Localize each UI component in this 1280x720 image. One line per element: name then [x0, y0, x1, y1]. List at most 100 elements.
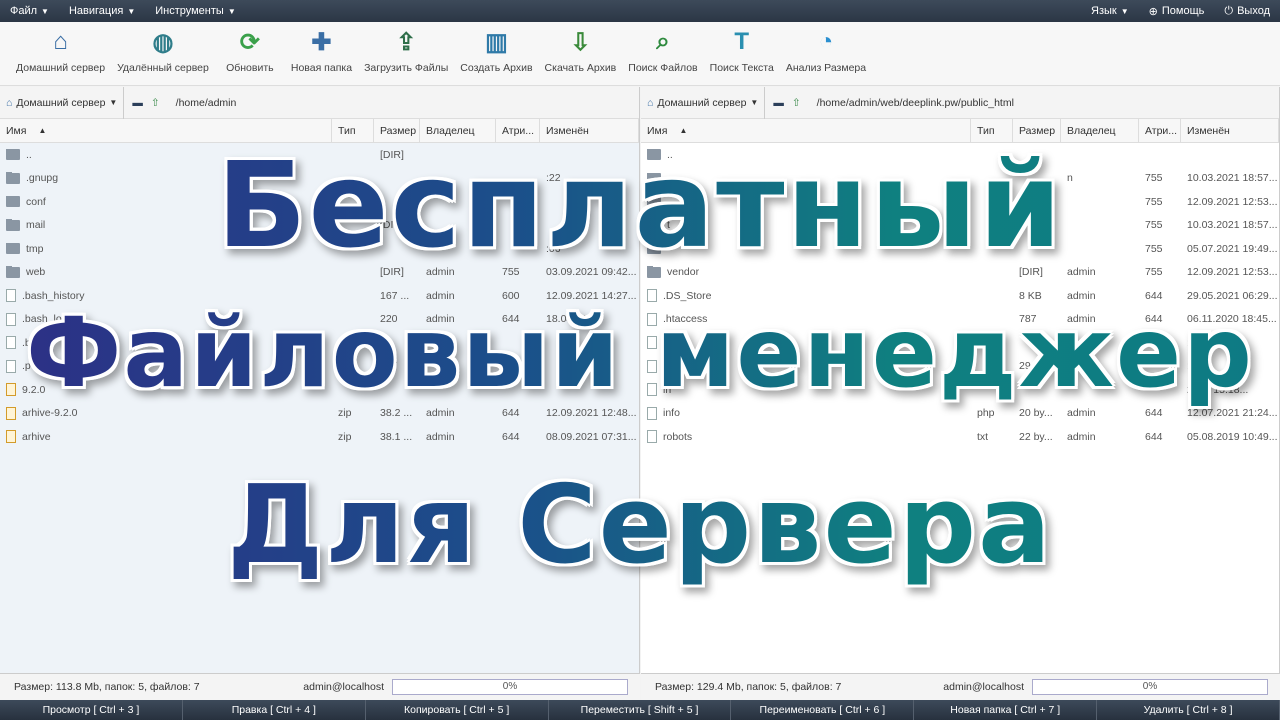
column-header-size[interactable]: Размер [374, 118, 420, 143]
column-header-type[interactable]: Тип [971, 118, 1013, 143]
cell-date: 12.09.2021 12:53... [1181, 266, 1279, 278]
column-header-label: Размер [380, 124, 417, 137]
function-key-2[interactable]: Копировать [ Ctrl + 5 ] [366, 700, 549, 720]
table-row[interactable]: 9.2.0 [0, 378, 639, 402]
toolbar-button-9[interactable]: ◔ Анализ Размера [780, 22, 872, 74]
toolbar-button-1[interactable]: ◍ Удалённый сервер [111, 22, 215, 75]
power-icon: ⏻ [1224, 4, 1234, 17]
toolbar-button-3[interactable]: ✚ Новая папка [285, 22, 358, 75]
table-row[interactable]: .bash_log 220 admin 644 18.04.201 [0, 308, 639, 332]
drive-icon[interactable]: ▬ [132, 97, 143, 109]
toolbar-button-0[interactable]: ⌂ Домашний сервер [10, 22, 111, 74]
toolbar-button-4[interactable]: ⇪ Загрузить Файлы [358, 22, 454, 75]
table-row[interactable]: .. [DIR] [0, 143, 639, 167]
zip-file-icon [6, 383, 16, 397]
file-icon [647, 359, 657, 373]
cell-text: [DIR] [380, 219, 404, 232]
menu-file[interactable]: Файл ▼ [0, 0, 59, 22]
table-row[interactable]: 755 12.09.2021 12:53... [641, 190, 1279, 214]
table-row[interactable]: 755 05.07.2021 19:49... [641, 237, 1279, 261]
function-key-4[interactable]: Переименовать [ Ctrl + 6 ] [731, 700, 915, 720]
table-row[interactable]: t 755 10.03.2021 18:57... [641, 214, 1279, 238]
table-row[interactable]: web [DIR] admin 755 03.09.2021 09:42... [0, 261, 639, 285]
up-folder-icon[interactable]: ⇧ [792, 97, 801, 109]
cell-owner: admin [1061, 266, 1139, 278]
column-header-label: Атри... [1145, 124, 1178, 137]
function-key-1[interactable]: Правка [ Ctrl + 4 ] [183, 700, 366, 720]
table-row[interactable]: conf [0, 190, 639, 214]
right-server-select[interactable]: ⌂ Домашний сервер ▼ [647, 87, 766, 119]
toolbar-button-2[interactable]: ⟳ Обновить [215, 22, 285, 75]
cell-date: 05.07.2021 19:49... [1181, 243, 1279, 255]
cell-text: n [1067, 172, 1073, 185]
column-header-attr[interactable]: Атри... [1139, 118, 1181, 143]
cell-text: .. [667, 148, 673, 161]
cell-name: arhive [0, 430, 332, 444]
table-row[interactable]: tmp:06 [0, 237, 639, 261]
table-row[interactable]: vendor [DIR] admin 755 12.09.2021 12:53... [641, 261, 1279, 285]
column-header-owner[interactable]: Владелец [1061, 118, 1139, 143]
column-header-size[interactable]: Размер [1013, 118, 1061, 143]
column-header-name[interactable]: Имя ▲ [641, 118, 971, 143]
menu-help[interactable]: ⊕ Помощь [1139, 0, 1215, 22]
file-icon [647, 406, 657, 420]
table-row[interactable]: .. [641, 143, 1279, 167]
cell-name: .htaccess [641, 312, 971, 326]
cell-date: 2021 15:18... [1181, 384, 1279, 396]
chevron-down-icon: ▼ [227, 6, 236, 16]
function-key-5[interactable]: Новая папка [ Ctrl + 7 ] [914, 700, 1098, 720]
left-server-select[interactable]: ⌂ Домашний сервер ▼ [6, 87, 125, 119]
cell-text: robots [663, 430, 693, 443]
table-row[interactable]: co:48... [641, 331, 1279, 355]
cell-text: 755 [1145, 266, 1163, 279]
cell-text: 20 by... [1019, 407, 1053, 420]
cell-text: 18.04.201 [546, 313, 593, 326]
column-header-attr[interactable]: Атри... [496, 118, 540, 143]
cell-text: 38.1 ... [380, 430, 413, 443]
table-row[interactable]: mail [DIR] [0, 214, 639, 238]
up-folder-icon[interactable]: ⇧ [151, 97, 160, 109]
table-row[interactable]: .DS_Store 8 KB admin 644 29.05.2021 06:29... [641, 284, 1279, 308]
menu-navigation[interactable]: Навигация ▼ [59, 0, 145, 22]
table-row[interactable]: arhive zip 38.1 ... admin 644 08.09.2021 07:3… [0, 425, 639, 449]
function-key-0[interactable]: Просмотр [ Ctrl + 3 ] [0, 700, 183, 720]
menu-language[interactable]: Язык ▼ [1081, 0, 1139, 22]
cell-attr: 644 [496, 431, 540, 443]
toolbar-button-8[interactable]: T Поиск Текста [704, 22, 780, 74]
table-row[interactable]: robots txt 22 by... admin 644 05.08.2019 10:4… [641, 425, 1279, 449]
table-row[interactable]: arhive-9.2.0 zip 38.2 ... admin 644 12.09.202… [0, 402, 639, 426]
file-icon [6, 336, 16, 350]
cell-text: admin [426, 430, 455, 443]
archive-icon: ▥ [485, 28, 508, 56]
menu-tools[interactable]: Инструменты ▼ [145, 0, 246, 22]
menu-exit[interactable]: ⏻ Выход [1214, 0, 1280, 22]
folder-icon [647, 172, 661, 184]
cell-attr: 644 [1139, 290, 1181, 302]
table-row[interactable]: n 755 10.03.2021 18:57... [641, 167, 1279, 191]
folder-icon [647, 196, 661, 208]
table-row[interactable]: info php 20 by... admin 644 12.07.2021 21:24.… [641, 402, 1279, 426]
file-icon [647, 336, 657, 350]
cell-name [641, 243, 971, 255]
column-header-name[interactable]: Имя ▲ [0, 118, 332, 143]
drive-icon[interactable]: ▬ [773, 97, 784, 109]
column-header-date[interactable]: Изменён [540, 118, 639, 143]
column-header-owner[interactable]: Владелец [420, 118, 496, 143]
column-header-date[interactable]: Изменён [1181, 118, 1279, 143]
cell-text: 12.09.2021 14:27... [546, 289, 637, 302]
table-row[interactable]: .htaccess 787 admin 644 06.11.2020 18:45... [641, 308, 1279, 332]
column-header-type[interactable]: Тип [332, 118, 374, 143]
download-archive-icon: ⇩ [570, 28, 591, 56]
table-row[interactable]: .ba [0, 331, 639, 355]
table-row[interactable]: .p 807 [0, 355, 639, 379]
toolbar-button-6[interactable]: ⇩ Скачать Архив [539, 22, 623, 75]
table-row[interactable]: .gnupg:22 [0, 167, 639, 191]
table-row[interactable]: .bash_history 167 ... admin 600 12.09.2021 1… [0, 284, 639, 308]
function-key-3[interactable]: Переместить [ Shift + 5 ] [549, 700, 732, 720]
toolbar-button-5[interactable]: ▥ Создать Архив [454, 22, 538, 75]
cell-text: arhive [22, 430, 51, 443]
table-row[interactable]: in 2021 15:18... [641, 378, 1279, 402]
table-row[interactable]: de 29:48... [641, 355, 1279, 379]
function-key-6[interactable]: Удалить [ Ctrl + 8 ] [1097, 700, 1280, 720]
toolbar-button-7[interactable]: ⌕ Поиск Файлов [622, 22, 703, 74]
